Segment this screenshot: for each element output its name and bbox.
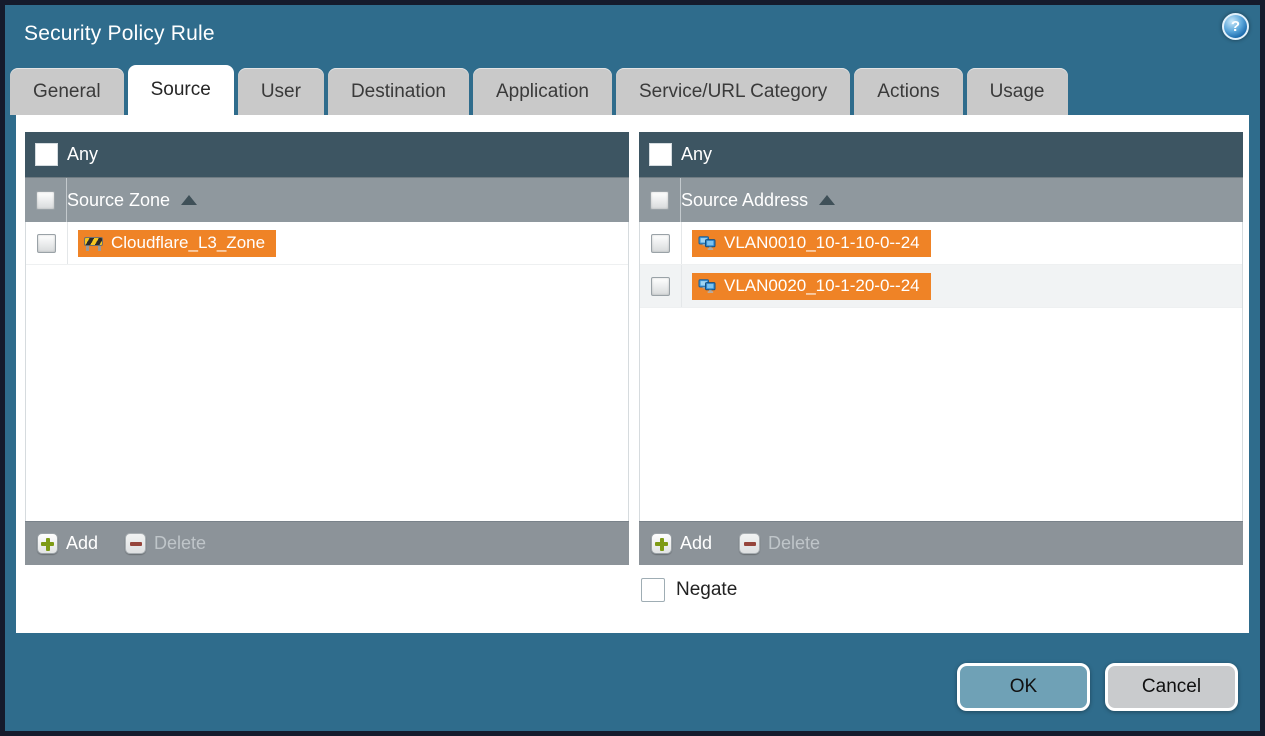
minus-icon (739, 533, 761, 554)
delete-button[interactable]: Delete (125, 533, 206, 554)
source-address-any-row: Any (639, 132, 1243, 177)
negate-row: Negate (641, 578, 737, 602)
source-zone-any-row: Any (25, 132, 629, 177)
zone-icon (84, 236, 103, 251)
source-zone-toolbar: Add Delete (25, 521, 629, 565)
address-object-label: VLAN0010_10-1-10-0--24 (724, 233, 920, 252)
source-address-toolbar: Add Delete (639, 521, 1243, 565)
cancel-button[interactable]: Cancel (1105, 663, 1238, 711)
source-address-any-label: Any (681, 144, 713, 164)
delete-button[interactable]: Delete (739, 533, 820, 554)
plus-icon (37, 533, 58, 554)
address-object-label: VLAN0020_10-1-20-0--24 (724, 276, 920, 295)
delete-button-label: Delete (768, 533, 821, 553)
table-row[interactable]: Cloudflare_L3_Zone (26, 222, 628, 265)
help-icon[interactable]: ? (1222, 13, 1249, 40)
source-zone-any-label: Any (67, 144, 99, 164)
source-address-any-checkbox[interactable] (648, 143, 672, 166)
address-object-chip[interactable]: VLAN0010_10-1-10-0--24 (692, 229, 931, 257)
security-policy-rule-dialog: Security Policy Rule ? General Source Us… (0, 0, 1265, 736)
add-button-label: Add (680, 533, 713, 553)
tab-source[interactable]: Source (127, 65, 234, 115)
table-row[interactable]: VLAN0010_10-1-10-0--24 (640, 222, 1242, 265)
tab-application[interactable]: Application (473, 68, 612, 115)
zone-object-label: Cloudflare_L3_Zone (111, 233, 266, 252)
row-checkbox[interactable] (37, 233, 56, 253)
delete-button-label: Delete (154, 533, 207, 553)
tab-destination[interactable]: Destination (327, 68, 469, 115)
plus-icon (651, 533, 672, 554)
address-icon (698, 235, 716, 250)
tab-general[interactable]: General (10, 68, 124, 115)
tab-bar: General Source User Destination Applicat… (5, 65, 1260, 115)
source-zone-column-label: Source Zone (67, 189, 171, 210)
ok-button[interactable]: OK (957, 663, 1090, 711)
row-checkbox[interactable] (651, 233, 670, 253)
tab-user[interactable]: User (237, 68, 324, 115)
sort-ascending-icon (181, 195, 198, 205)
add-button[interactable]: Add (37, 533, 98, 554)
address-object-chip[interactable]: VLAN0020_10-1-20-0--24 (692, 272, 931, 300)
sort-ascending-icon (819, 195, 836, 205)
add-button-label: Add (66, 533, 99, 553)
tab-service-url-category[interactable]: Service/URL Category (615, 68, 851, 115)
source-zone-any-checkbox[interactable] (34, 143, 58, 166)
tab-usage[interactable]: Usage (966, 68, 1068, 115)
panels-container: Any Source Zone Cloudflare_L3_Zone Add D… (25, 132, 1243, 565)
row-checkbox[interactable] (651, 276, 670, 296)
negate-checkbox[interactable] (641, 578, 665, 602)
source-address-list: VLAN0010_10-1-10-0--24 VLAN0020_10-1-20-… (639, 222, 1243, 521)
add-button[interactable]: Add (651, 533, 712, 554)
zone-object-chip[interactable]: Cloudflare_L3_Zone (78, 229, 277, 257)
table-row[interactable]: VLAN0020_10-1-20-0--24 (640, 265, 1242, 308)
source-address-column-label: Source Address (681, 189, 809, 210)
source-zone-select-all-checkbox[interactable] (36, 190, 55, 210)
dialog-title: Security Policy Rule (24, 22, 215, 45)
dialog-title-bar: Security Policy Rule ? (5, 5, 1260, 65)
address-icon (698, 278, 716, 293)
source-address-column-header[interactable]: Source Address (639, 177, 1243, 222)
source-zone-column-header[interactable]: Source Zone (25, 177, 629, 222)
source-address-panel: Any Source Address VLAN0010_10-1-10-0--2… (639, 132, 1243, 565)
source-zone-panel: Any Source Zone Cloudflare_L3_Zone Add D… (25, 132, 629, 565)
negate-label: Negate (676, 579, 738, 600)
source-zone-list: Cloudflare_L3_Zone (25, 222, 629, 521)
tab-actions[interactable]: Actions (854, 68, 963, 115)
minus-icon (125, 533, 147, 554)
source-address-select-all-checkbox[interactable] (650, 190, 669, 210)
source-tab-content: Any Source Zone Cloudflare_L3_Zone Add D… (16, 115, 1249, 633)
